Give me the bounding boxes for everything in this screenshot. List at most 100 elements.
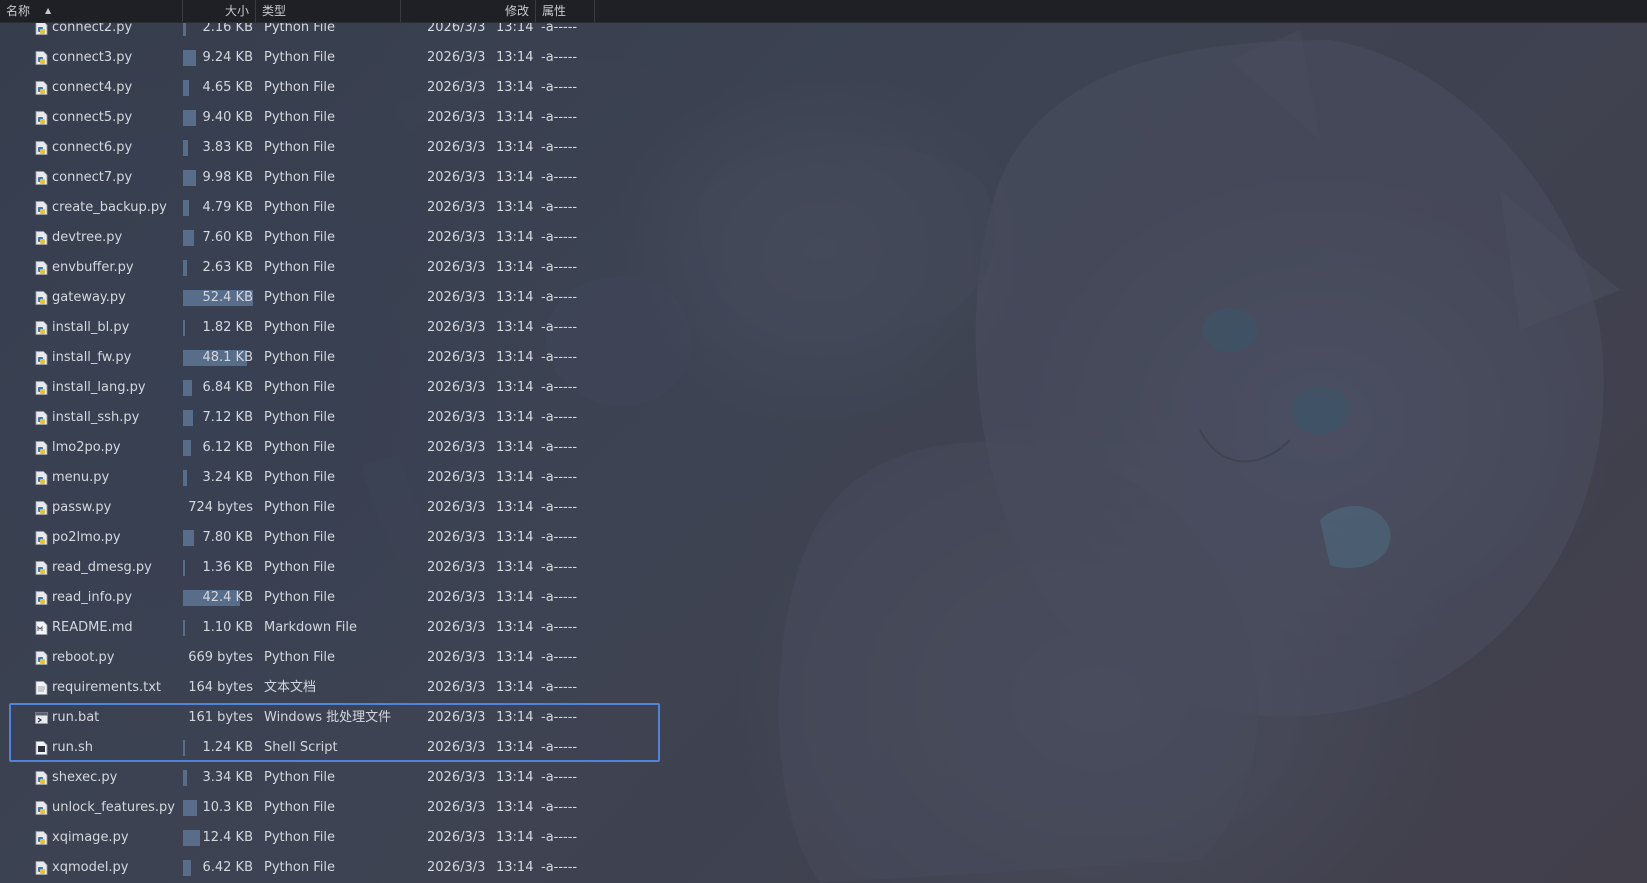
file-modified-date: 2026/3/3 (427, 710, 486, 725)
file-row[interactable]: passw.py 724 bytes Python File 2026/3/3 13:1… (0, 493, 660, 523)
file-row[interactable]: requirements.txt 164 bytes 文本文档 2026/3/3 13:… (0, 673, 660, 703)
file-row[interactable]: read_dmesg.py 1.36 KB Python File 2026/3/3 1… (0, 553, 660, 583)
file-row[interactable]: unlock_features.py 10.3 KB Python File 2026… (0, 793, 660, 823)
file-name[interactable]: reboot.py (52, 643, 114, 673)
python-file-icon (35, 351, 48, 365)
file-type: Python File (264, 410, 335, 425)
file-row[interactable]: install_ssh.py 7.12 KB Python File 2026/3/3… (0, 403, 660, 433)
file-modified-date: 2026/3/3 (427, 290, 486, 305)
file-row[interactable]: install_fw.py 48.1 KB Python File 2026/3/3 1… (0, 343, 660, 373)
markdown-file-icon (35, 621, 48, 635)
python-file-icon (35, 441, 48, 455)
file-name[interactable]: xqmodel.py (52, 853, 129, 883)
file-row[interactable]: run.sh 1.24 KB Shell Script 2026/3/3 13:14 -a… (0, 733, 660, 763)
file-row[interactable]: devtree.py 7.60 KB Python File 2026/3/3 13:1… (0, 223, 660, 253)
file-name[interactable]: README.md (52, 613, 133, 643)
file-name[interactable]: xqimage.py (52, 823, 129, 853)
file-row[interactable]: reboot.py 669 bytes Python File 2026/3/3 13:… (0, 643, 660, 673)
file-attributes: -a----- (541, 740, 578, 755)
file-row[interactable]: run.bat 161 bytes Windows 批处理文件 2026/3/3 13:… (0, 703, 660, 733)
file-row[interactable]: README.md 1.10 KB Markdown File 2026/3/3 13:… (0, 613, 660, 643)
file-type: Python File (264, 110, 335, 125)
file-type: Python File (264, 290, 335, 305)
file-name[interactable]: requirements.txt (52, 673, 161, 703)
file-attributes: -a----- (541, 230, 578, 245)
file-name[interactable]: lmo2po.py (52, 433, 121, 463)
file-row[interactable]: connect3.py 9.24 KB Python File 2026/3/3 13:… (0, 43, 660, 73)
file-attributes: -a----- (541, 140, 578, 155)
file-attributes: -a----- (541, 590, 578, 605)
file-row[interactable]: xqmodel.py 6.42 KB Python File 2026/3/3 13:1… (0, 853, 660, 883)
file-row[interactable]: create_backup.py 4.79 KB Python File 2026/3… (0, 193, 660, 223)
file-row[interactable]: xqimage.py 12.4 KB Python File 2026/3/3 13:1… (0, 823, 660, 853)
file-name[interactable]: install_bl.py (52, 313, 129, 343)
file-row[interactable]: install_lang.py 6.84 KB Python File 2026/3/… (0, 373, 660, 403)
file-modified-time: 13:14 (496, 170, 534, 185)
file-row[interactable]: read_info.py 42.4 KB Python File 2026/3/3 13… (0, 583, 660, 613)
column-header-size[interactable]: 大小 (183, 0, 256, 22)
file-modified-time: 13:14 (496, 740, 534, 755)
file-modified-time: 13:14 (496, 350, 534, 365)
file-size: 10.3 KB (202, 800, 253, 815)
file-row[interactable]: gateway.py 52.4 KB Python File 2026/3/3 13:1… (0, 283, 660, 313)
file-name[interactable]: po2lmo.py (52, 523, 121, 553)
file-name[interactable]: read_dmesg.py (52, 553, 152, 583)
file-row[interactable]: connect6.py 3.83 KB Python File 2026/3/3 13:… (0, 133, 660, 163)
file-name[interactable]: install_fw.py (52, 343, 131, 373)
file-name[interactable]: devtree.py (52, 223, 122, 253)
file-name[interactable]: unlock_features.py (52, 793, 175, 823)
file-type: Markdown File (264, 620, 358, 635)
file-name[interactable]: run.bat (52, 703, 99, 733)
file-row[interactable]: connect4.py 4.65 KB Python File 2026/3/3 13:… (0, 73, 660, 103)
file-attributes: -a----- (541, 500, 578, 515)
python-file-icon (35, 771, 48, 785)
file-row[interactable]: connect5.py 9.40 KB Python File 2026/3/3 13:… (0, 103, 660, 133)
python-file-icon (35, 381, 48, 395)
file-row[interactable]: connect7.py 9.98 KB Python File 2026/3/3 13:… (0, 163, 660, 193)
file-name[interactable]: shexec.py (52, 763, 117, 793)
column-header-modified[interactable]: 修改 (401, 0, 536, 22)
column-header-name[interactable]: 名称 ▲ (0, 0, 183, 22)
python-file-icon (35, 51, 48, 65)
file-name[interactable]: read_info.py (52, 583, 132, 613)
file-row[interactable]: install_bl.py 1.82 KB Python File 2026/3/3 1… (0, 313, 660, 343)
file-name[interactable]: connect7.py (52, 163, 132, 193)
file-attributes: -a----- (541, 410, 578, 425)
file-size: 42.4 KB (202, 590, 253, 605)
column-header-type[interactable]: 类型 (256, 0, 401, 22)
file-size: 3.34 KB (202, 770, 253, 785)
file-modified-time: 13:14 (496, 830, 534, 845)
file-modified-date: 2026/3/3 (427, 350, 486, 365)
file-name[interactable]: connect6.py (52, 133, 132, 163)
python-file-icon (35, 261, 48, 275)
file-name[interactable]: menu.py (52, 463, 109, 493)
column-header-attributes[interactable]: 属性 (536, 0, 595, 22)
file-name[interactable]: envbuffer.py (52, 253, 134, 283)
file-name[interactable]: connect4.py (52, 73, 132, 103)
file-attributes: -a----- (541, 440, 578, 455)
file-modified-time: 13:14 (496, 590, 534, 605)
file-name[interactable]: gateway.py (52, 283, 126, 313)
file-modified-date: 2026/3/3 (427, 470, 486, 485)
file-modified-time: 13:14 (496, 530, 534, 545)
file-name[interactable]: passw.py (52, 493, 111, 523)
file-row[interactable]: shexec.py 3.34 KB Python File 2026/3/3 13:14… (0, 763, 660, 793)
file-name[interactable]: install_ssh.py (52, 403, 139, 433)
file-type: Python File (264, 200, 335, 215)
file-name[interactable]: connect5.py (52, 103, 132, 133)
file-row[interactable]: envbuffer.py 2.63 KB Python File 2026/3/3 13… (0, 253, 660, 283)
file-modified-time: 13:14 (496, 470, 534, 485)
file-modified-time: 13:14 (496, 380, 534, 395)
file-modified-date: 2026/3/3 (427, 50, 486, 65)
file-row[interactable]: lmo2po.py 6.12 KB Python File 2026/3/3 13:14… (0, 433, 660, 463)
file-name[interactable]: create_backup.py (52, 193, 167, 223)
file-name[interactable]: connect3.py (52, 43, 132, 73)
file-name[interactable]: install_lang.py (52, 373, 146, 403)
file-modified-date: 2026/3/3 (427, 80, 486, 95)
file-name[interactable]: run.sh (52, 733, 93, 763)
file-type: 文本文档 (264, 680, 317, 695)
file-modified-time: 13:14 (496, 260, 534, 275)
file-row[interactable]: po2lmo.py 7.80 KB Python File 2026/3/3 13:14… (0, 523, 660, 553)
file-row[interactable]: menu.py 3.24 KB Python File 2026/3/3 13:14 -a… (0, 463, 660, 493)
column-header-size-label: 大小 (224, 4, 249, 18)
